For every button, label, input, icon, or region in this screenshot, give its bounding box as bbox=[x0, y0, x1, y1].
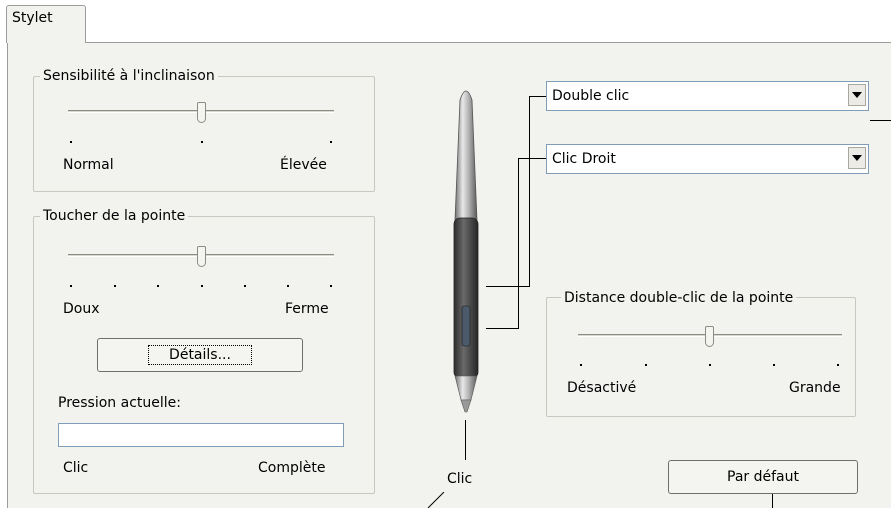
lower-button-connector bbox=[518, 158, 548, 159]
tip-feel-title: Toucher de la pointe bbox=[40, 207, 189, 225]
double-click-distance-tick bbox=[773, 364, 775, 366]
tilt-sensitivity-title: Sensibilité à l'inclinaison bbox=[40, 67, 218, 85]
upper-button-connector bbox=[529, 96, 530, 287]
tilt-max-label: Élevée bbox=[280, 157, 327, 173]
tip-feel-tick bbox=[330, 285, 332, 287]
pen-stylus-icon bbox=[453, 90, 479, 413]
tilt-min-label: Normal bbox=[63, 157, 114, 173]
double-click-distance-tick bbox=[645, 364, 647, 366]
tip-feel-tick bbox=[157, 285, 159, 287]
tip-feel-tick bbox=[201, 285, 203, 287]
tip-feel-tick bbox=[244, 285, 246, 287]
double-click-distance-min-label: Désactivé bbox=[567, 380, 637, 396]
upper-button-dropdown[interactable]: Double clic bbox=[546, 81, 869, 111]
double-click-distance-title: Distance double-clic de la pointe bbox=[561, 289, 797, 307]
double-click-distance-tick bbox=[580, 364, 582, 366]
double-click-distance-tick bbox=[837, 364, 839, 366]
tilt-sensitivity-group bbox=[33, 76, 375, 192]
details-button[interactable]: Détails... bbox=[97, 338, 303, 372]
tilt-tick bbox=[201, 141, 203, 143]
tilt-slider-thumb[interactable] bbox=[197, 102, 206, 123]
details-button-label: Détails... bbox=[148, 345, 252, 365]
dropdown-arrow-icon[interactable] bbox=[848, 147, 866, 169]
tip-feel-max-label: Ferme bbox=[285, 301, 329, 317]
pressure-min-label: Clic bbox=[63, 460, 89, 476]
lower-button-connector bbox=[486, 328, 519, 329]
lower-button-dropdown[interactable]: Clic Droit bbox=[546, 144, 869, 174]
upper-button-value: Double clic bbox=[552, 88, 630, 104]
callout-line bbox=[870, 120, 891, 121]
tip-connector bbox=[465, 420, 466, 460]
callout-line bbox=[427, 492, 445, 508]
callout-line bbox=[772, 494, 773, 508]
tip-feel-tick bbox=[114, 285, 116, 287]
dropdown-arrow-icon[interactable] bbox=[848, 84, 866, 106]
tilt-tick bbox=[330, 141, 332, 143]
lower-button-connector bbox=[518, 158, 519, 329]
double-click-distance-group bbox=[546, 297, 856, 417]
tip-feel-tick bbox=[287, 285, 289, 287]
lower-button-value: Clic Droit bbox=[552, 151, 616, 167]
upper-button-connector bbox=[486, 286, 530, 287]
pressure-max-label: Complète bbox=[258, 460, 326, 476]
current-pressure-label: Pression actuelle: bbox=[58, 395, 181, 411]
tilt-tick bbox=[70, 141, 72, 143]
tip-feel-min-label: Doux bbox=[63, 301, 100, 317]
default-button-label: Par défaut bbox=[727, 469, 799, 485]
current-pressure-bar bbox=[58, 423, 344, 447]
tab-stylet-label: Stylet bbox=[12, 10, 53, 26]
double-click-distance-max-label: Grande bbox=[789, 380, 841, 396]
tip-feel-tick bbox=[70, 285, 72, 287]
double-click-distance-slider-thumb[interactable] bbox=[705, 326, 714, 347]
default-button[interactable]: Par défaut bbox=[668, 460, 858, 494]
double-click-distance-tick bbox=[709, 364, 711, 366]
tip-function-label: Clic bbox=[447, 471, 473, 487]
tip-feel-slider-thumb[interactable] bbox=[197, 246, 206, 267]
